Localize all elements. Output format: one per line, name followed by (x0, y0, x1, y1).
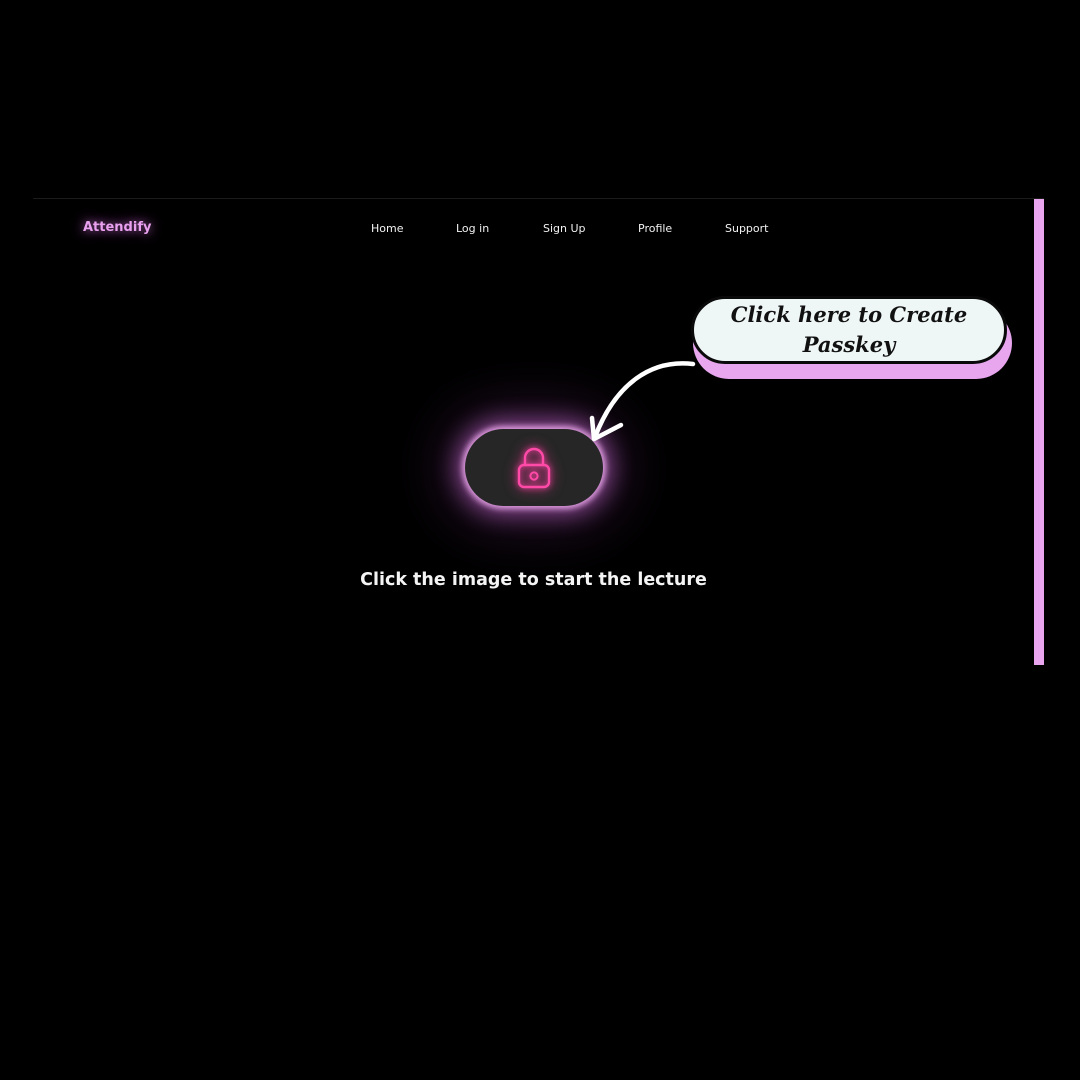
callout-text: Click here to Create Passkey (730, 302, 968, 357)
padlock-icon (517, 447, 551, 489)
nav-login-link[interactable]: Log in (456, 222, 489, 235)
create-passkey-callout[interactable]: Click here to Create Passkey (691, 296, 1007, 364)
lecture-instruction-text: Click the image to start the lecture (360, 570, 707, 590)
nav-profile-link[interactable]: Profile (638, 222, 672, 235)
curved-arrow-icon (589, 361, 696, 442)
nav-support-link[interactable]: Support (725, 222, 768, 235)
nav-home-link[interactable]: Home (371, 222, 403, 235)
top-nav: Home Log in Sign Up Profile Support (0, 222, 1080, 238)
right-accent-bar (1034, 199, 1044, 665)
nav-signup-link[interactable]: Sign Up (543, 222, 586, 235)
